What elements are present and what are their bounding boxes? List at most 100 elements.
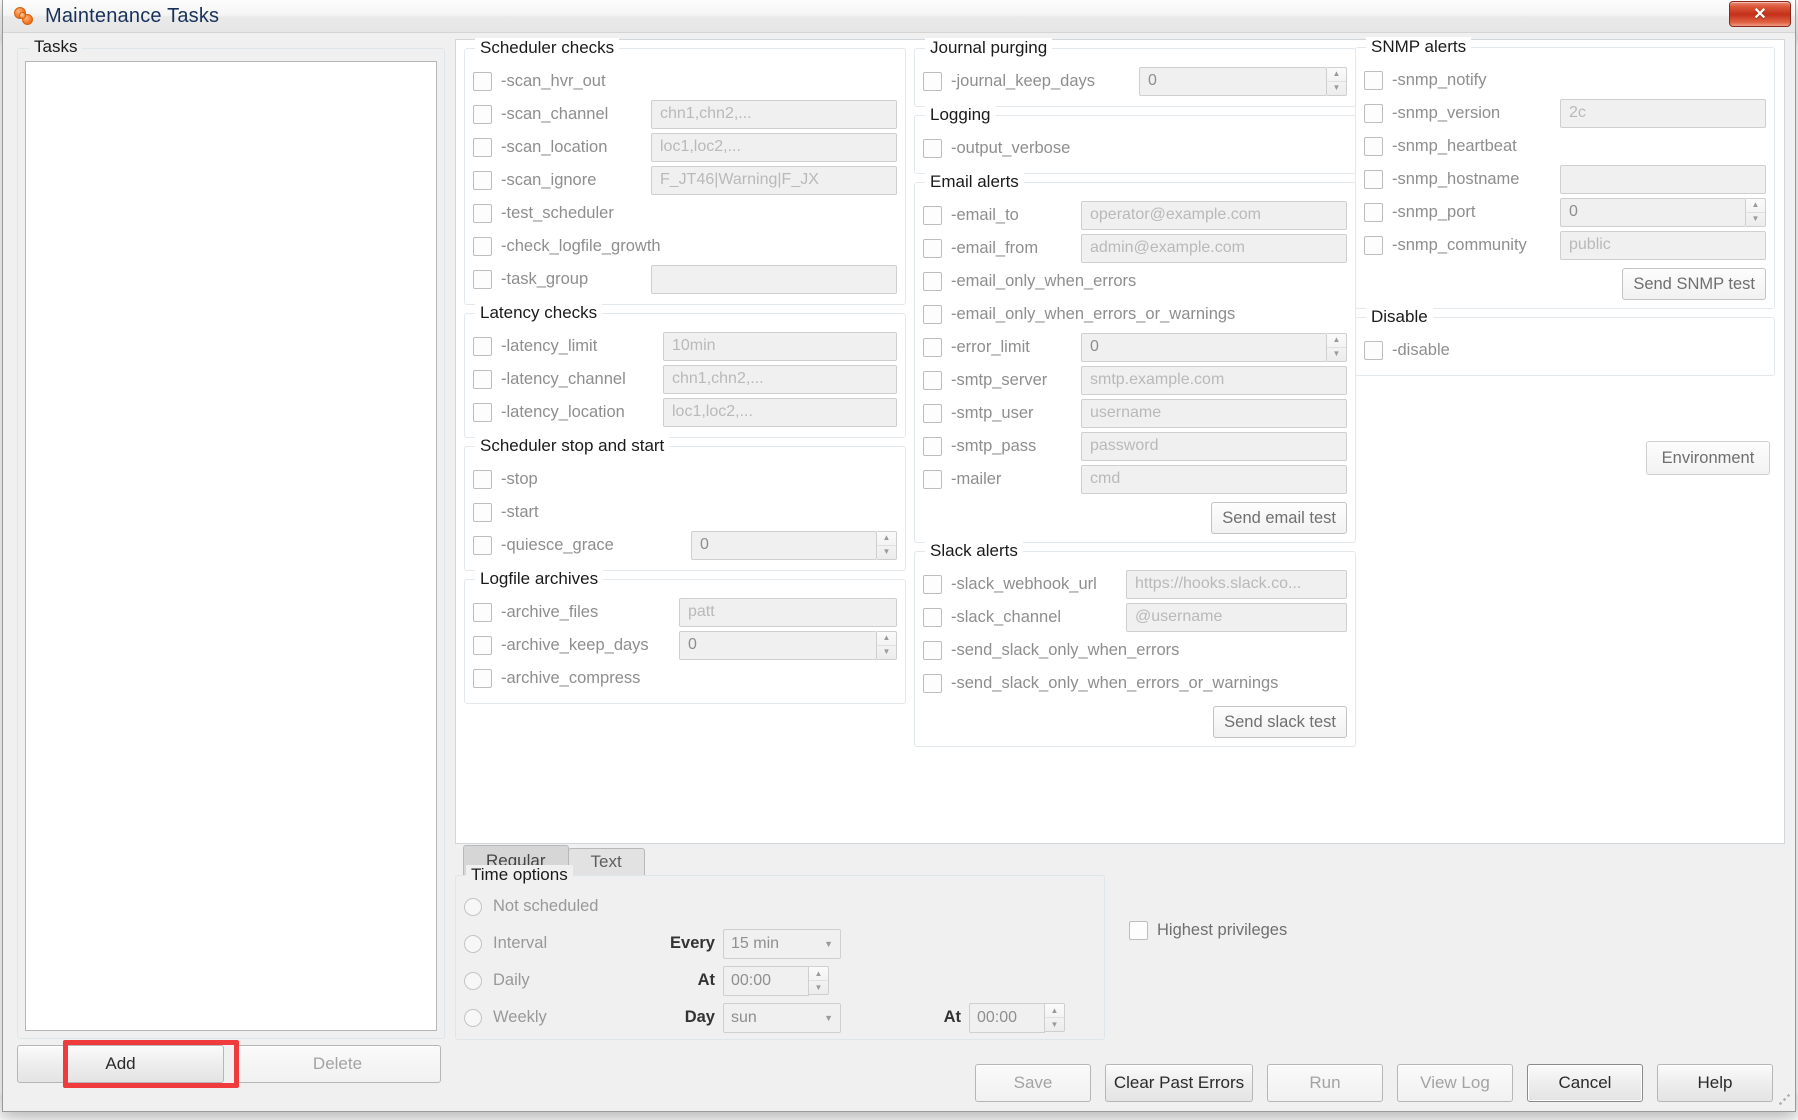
spinner-down-icon[interactable]: ▼	[877, 646, 896, 659]
checkbox-snmp-notify[interactable]	[1364, 70, 1383, 90]
checkbox-stop[interactable]	[473, 469, 492, 489]
checkbox-task-group[interactable]	[473, 269, 492, 289]
spinner-error-limit[interactable]: ▲ ▼	[1327, 332, 1347, 362]
checkbox-archive-files[interactable]	[473, 602, 492, 622]
checkbox-scan-channel[interactable]	[473, 104, 492, 124]
checkbox-latency-location[interactable]	[473, 402, 492, 422]
run-button[interactable]: Run	[1267, 1064, 1383, 1102]
input-mailer[interactable]: cmd	[1081, 464, 1347, 494]
checkbox-scan-ignore[interactable]	[473, 170, 492, 190]
checkbox-snmp-heartbeat[interactable]	[1364, 136, 1383, 156]
spinner-archive-keep-days[interactable]: ▲ ▼	[877, 630, 897, 660]
input-journal-keep-days[interactable]: 0	[1139, 66, 1327, 96]
send-slack-test-button[interactable]: Send slack test	[1213, 706, 1347, 738]
checkbox-latency-channel[interactable]	[473, 369, 492, 389]
spinner-down-icon[interactable]: ▼	[1327, 348, 1346, 361]
save-button[interactable]: Save	[975, 1064, 1091, 1102]
spinner-journal-keep-days[interactable]: ▲ ▼	[1327, 66, 1347, 96]
cancel-button[interactable]: Cancel	[1527, 1064, 1643, 1102]
combo-weekly-day[interactable]: sun ▼	[723, 1002, 841, 1033]
spinner-down-icon[interactable]: ▼	[1045, 1018, 1064, 1031]
input-task-group[interactable]	[651, 264, 897, 294]
checkbox-email-from[interactable]	[923, 238, 942, 258]
input-latency-location[interactable]: loc1,loc2,...	[663, 397, 897, 427]
spinner-snmp-port[interactable]: ▲ ▼	[1746, 197, 1766, 227]
radio-weekly[interactable]	[464, 1008, 482, 1027]
input-daily-at[interactable]: 00:00	[723, 965, 809, 996]
input-weekly-at[interactable]: 00:00	[969, 1002, 1045, 1033]
spinner-up-icon[interactable]: ▲	[877, 632, 896, 646]
input-snmp-version[interactable]: 2c	[1560, 98, 1766, 128]
checkbox-smtp-user[interactable]	[923, 403, 942, 423]
input-latency-limit[interactable]: 10min	[663, 331, 897, 361]
spinner-down-icon[interactable]: ▼	[1327, 82, 1346, 95]
input-smtp-server[interactable]: smtp.example.com	[1081, 365, 1347, 395]
checkbox-email-to[interactable]	[923, 205, 942, 225]
spinner-up-icon[interactable]: ▲	[809, 967, 828, 981]
tasks-list[interactable]	[25, 61, 437, 1031]
input-email-from[interactable]: admin@example.com	[1081, 233, 1347, 263]
spinner-up-icon[interactable]: ▲	[1746, 199, 1765, 213]
checkbox-quiesce-grace[interactable]	[473, 535, 492, 555]
checkbox-test-scheduler[interactable]	[473, 203, 492, 223]
input-archive-keep-days[interactable]: 0	[679, 630, 877, 660]
send-email-test-button[interactable]: Send email test	[1211, 502, 1347, 534]
spinner-up-icon[interactable]: ▲	[877, 532, 896, 546]
checkbox-snmp-community[interactable]	[1364, 235, 1383, 255]
input-scan-ignore[interactable]: F_JT46|Warning|F_JX	[651, 165, 897, 195]
checkbox-email-only-when-errors-or-warnings[interactable]	[923, 304, 942, 324]
input-archive-files[interactable]: patt	[679, 597, 897, 627]
spinner-down-icon[interactable]: ▼	[1746, 213, 1765, 226]
checkbox-snmp-port[interactable]	[1364, 202, 1383, 222]
help-button[interactable]: Help	[1657, 1064, 1773, 1102]
checkbox-snmp-version[interactable]	[1364, 103, 1383, 123]
checkbox-error-limit[interactable]	[923, 337, 942, 357]
spinner-down-icon[interactable]: ▼	[809, 981, 828, 994]
radio-daily[interactable]	[464, 971, 482, 990]
checkbox-latency-limit[interactable]	[473, 336, 492, 356]
checkbox-email-only-when-errors[interactable]	[923, 271, 942, 291]
input-snmp-community[interactable]: public	[1560, 230, 1766, 260]
spinner-daily-at[interactable]: ▲ ▼	[809, 966, 829, 995]
checkbox-archive-compress[interactable]	[473, 668, 492, 688]
checkbox-send-slack-only-when-errors[interactable]	[923, 640, 942, 660]
input-scan-location[interactable]: loc1,loc2,...	[651, 132, 897, 162]
checkbox-output-verbose[interactable]	[923, 138, 942, 158]
checkbox-slack-channel[interactable]	[923, 607, 942, 627]
checkbox-start[interactable]	[473, 502, 492, 522]
spinner-up-icon[interactable]: ▲	[1327, 68, 1346, 82]
checkbox-highest-privileges[interactable]	[1129, 921, 1148, 940]
checkbox-check-logfile-growth[interactable]	[473, 236, 492, 256]
radio-not-scheduled[interactable]	[464, 897, 482, 916]
view-log-button[interactable]: View Log	[1397, 1064, 1513, 1102]
spinner-up-icon[interactable]: ▲	[1045, 1004, 1064, 1018]
combo-interval-every[interactable]: 15 min ▼	[723, 928, 841, 959]
checkbox-archive-keep-days[interactable]	[473, 635, 492, 655]
checkbox-scan-location[interactable]	[473, 137, 492, 157]
input-error-limit[interactable]: 0	[1081, 332, 1327, 362]
radio-interval[interactable]	[464, 934, 482, 953]
checkbox-smtp-pass[interactable]	[923, 436, 942, 456]
send-snmp-test-button[interactable]: Send SNMP test	[1622, 268, 1766, 300]
tab-text[interactable]: Text	[567, 848, 645, 875]
checkbox-mailer[interactable]	[923, 469, 942, 489]
input-slack-webhook-url[interactable]: https://hooks.slack.co...	[1126, 569, 1347, 599]
close-icon[interactable]: ✕	[1729, 1, 1791, 27]
input-snmp-hostname[interactable]	[1560, 164, 1766, 194]
checkbox-smtp-server[interactable]	[923, 370, 942, 390]
input-latency-channel[interactable]: chn1,chn2,...	[663, 364, 897, 394]
input-quiesce-grace[interactable]: 0	[691, 530, 877, 560]
checkbox-slack-webhook-url[interactable]	[923, 574, 942, 594]
spinner-quiesce-grace[interactable]: ▲ ▼	[877, 530, 897, 560]
environment-button[interactable]: Environment	[1646, 441, 1770, 475]
checkbox-scan-hvr-out[interactable]	[473, 71, 492, 91]
input-email-to[interactable]: operator@example.com	[1081, 200, 1347, 230]
clear-past-errors-button[interactable]: Clear Past Errors	[1105, 1064, 1253, 1102]
spinner-down-icon[interactable]: ▼	[877, 546, 896, 559]
spinner-up-icon[interactable]: ▲	[1327, 334, 1346, 348]
resize-grip[interactable]	[1778, 1093, 1792, 1107]
spinner-weekly-at[interactable]: ▲ ▼	[1045, 1003, 1065, 1032]
checkbox-disable[interactable]	[1364, 340, 1383, 360]
checkbox-journal-keep-days[interactable]	[923, 71, 942, 91]
input-smtp-user[interactable]: username	[1081, 398, 1347, 428]
